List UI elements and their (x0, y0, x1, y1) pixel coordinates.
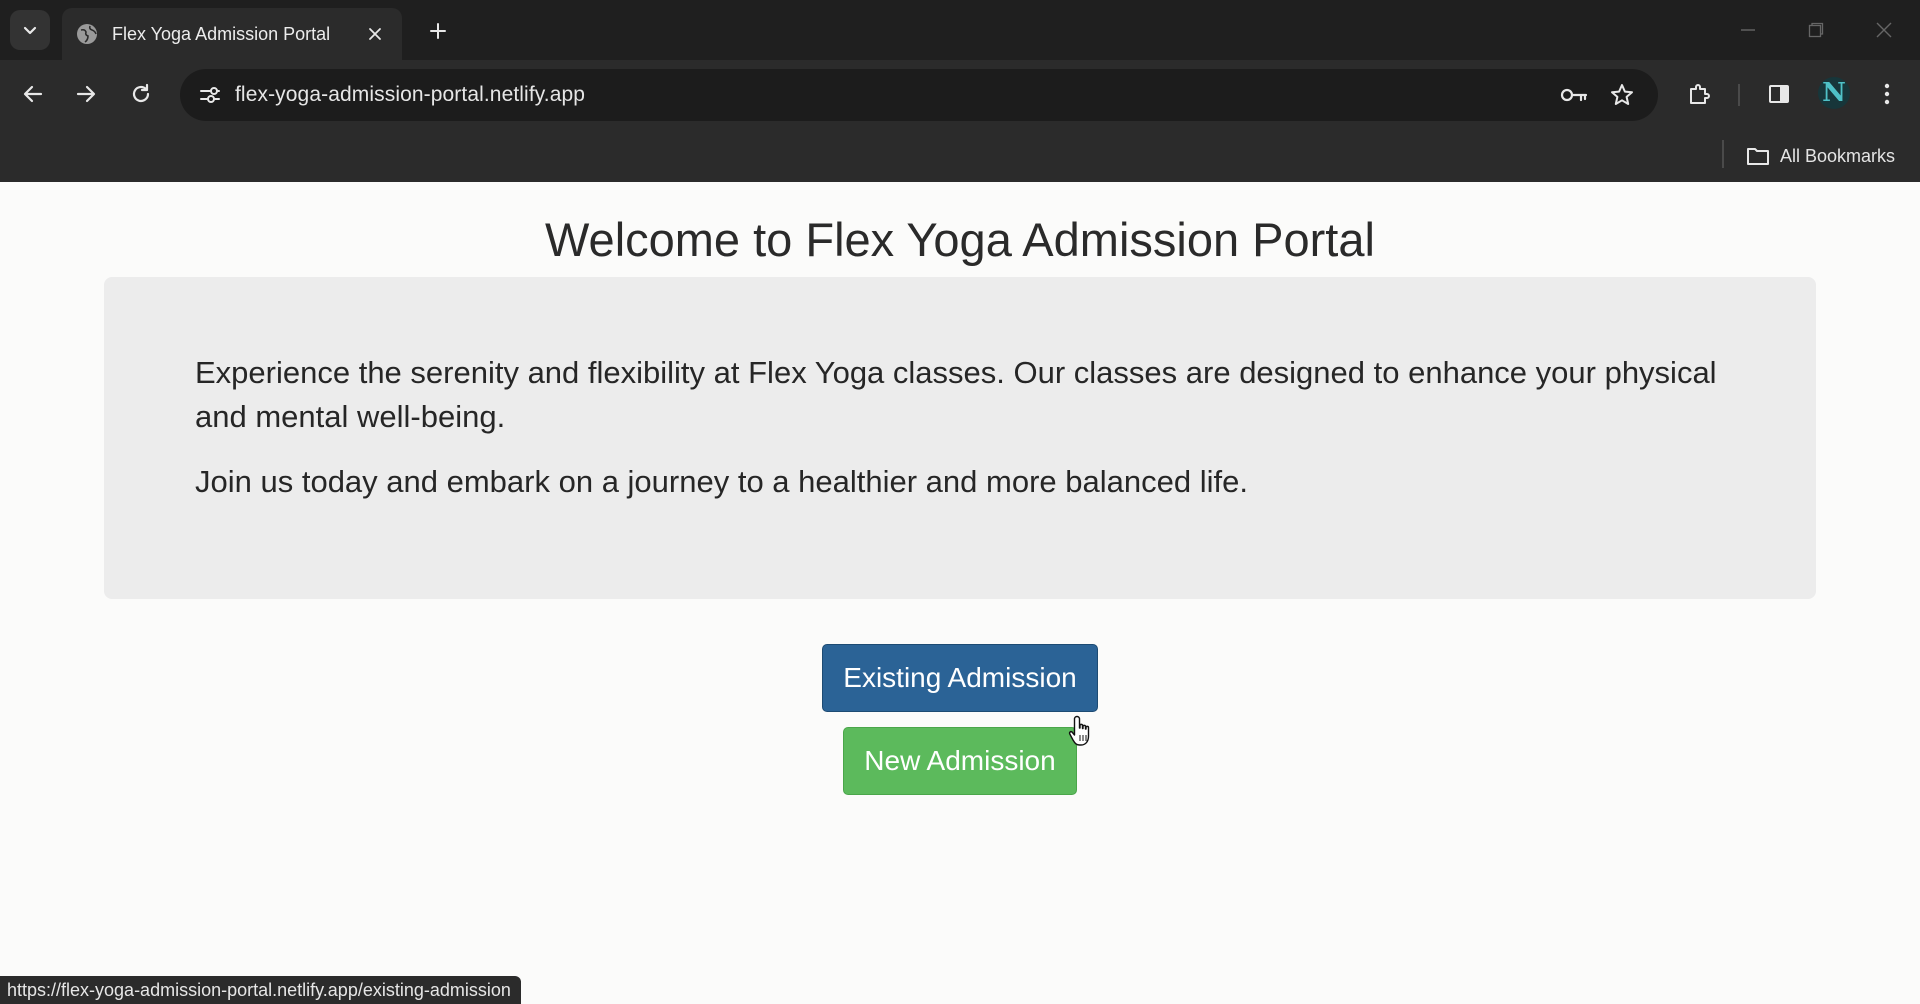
kebab-menu-icon (1884, 83, 1890, 105)
tab-title: Flex Yoga Admission Portal (112, 23, 331, 44)
all-bookmarks-button[interactable]: All Bookmarks (1746, 138, 1895, 174)
url-text[interactable]: flex-yoga-admission-portal.netlify.app (235, 83, 585, 107)
intro-paragraph: Join us today and embark on a journey to… (195, 464, 1248, 499)
new-admission-button[interactable]: New Admission (843, 727, 1077, 795)
reload-icon (132, 83, 150, 103)
bookmarks-divider (1722, 140, 1724, 168)
star-icon (1611, 84, 1633, 105)
forward-button[interactable] (66, 74, 106, 114)
password-key-icon (1560, 88, 1588, 102)
page-title: Welcome to Flex Yoga Admission Portal (545, 213, 1375, 266)
close-icon (369, 28, 381, 40)
extensions-puzzle-icon (1690, 84, 1710, 104)
intro-panel: Experience the serenity and flexibility … (104, 277, 1816, 599)
side-panel-icon (1769, 85, 1789, 103)
site-info-button[interactable] (192, 77, 228, 113)
restore-icon (1808, 22, 1824, 38)
minimize-icon (1741, 29, 1755, 31)
bookmark-star-button[interactable] (1606, 79, 1638, 111)
tab-close-button[interactable] (362, 21, 388, 47)
window-close-button[interactable] (1864, 12, 1904, 48)
tab-search-button[interactable] (10, 10, 50, 50)
back-button[interactable] (13, 74, 53, 114)
existing-admission-button[interactable]: Existing Admission (822, 644, 1098, 712)
address-bar[interactable]: flex-yoga-admission-portal.netlify.app (180, 69, 1658, 121)
forward-arrow-icon (76, 85, 96, 103)
extensions-button[interactable] (1680, 75, 1718, 113)
status-bar-link-preview: https://flex-yoga-admission-portal.netli… (0, 976, 521, 1004)
page-content: Welcome to Flex Yoga Admission Portal Ex… (0, 182, 1920, 1004)
password-manager-button[interactable] (1558, 79, 1590, 111)
tab-strip: Flex Yoga Admission Portal (0, 0, 1920, 60)
active-tab[interactable]: Flex Yoga Admission Portal (62, 8, 402, 60)
hand-pointer-cursor-icon (1068, 715, 1090, 746)
bookmarks-bar: All Bookmarks (0, 130, 1920, 182)
folder-icon (1747, 148, 1769, 165)
globe-icon (77, 24, 97, 44)
plus-icon (430, 23, 446, 39)
tab-search-icon (23, 26, 37, 35)
browser-chrome: Flex Yoga Admission Portal flex-yoga-adm… (0, 0, 1920, 182)
back-arrow-icon (23, 85, 43, 103)
restore-button[interactable] (1796, 12, 1836, 48)
intro-paragraph: Experience the serenity and flexibility … (195, 355, 1717, 434)
toolbar-divider (1738, 84, 1740, 106)
minimize-button[interactable] (1728, 12, 1768, 48)
browser-menu-button[interactable] (1868, 75, 1906, 113)
site-settings-icon (200, 87, 220, 103)
close-icon (1876, 22, 1892, 38)
side-panel-button[interactable] (1760, 75, 1798, 113)
all-bookmarks-label: All Bookmarks (1780, 145, 1896, 166)
browser-toolbar: flex-yoga-admission-portal.netlify.app N (0, 60, 1920, 130)
reload-button[interactable] (121, 74, 161, 114)
profile-avatar[interactable]: N (1818, 77, 1850, 109)
new-tab-button[interactable] (420, 16, 456, 46)
